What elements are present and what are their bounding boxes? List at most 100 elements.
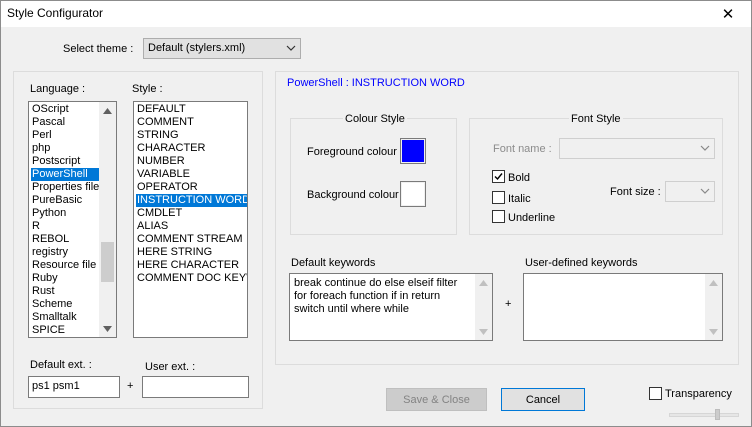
background-colour-fill: [402, 183, 424, 205]
language-scrollbar[interactable]: [99, 102, 116, 337]
language-list-item[interactable]: Scheme: [31, 298, 100, 311]
scroll-up-arrow-icon[interactable]: [475, 274, 492, 291]
font-size-label: Font size :: [610, 186, 661, 198]
style-list-item[interactable]: NUMBER: [136, 155, 247, 168]
language-list-item[interactable]: Properties file: [31, 181, 100, 194]
save-close-label: Save & Close: [403, 393, 470, 406]
language-list-item[interactable]: Rust: [31, 285, 100, 298]
style-configurator-window: Style Configurator ✕ Select theme : Defa…: [0, 0, 752, 427]
cancel-label: Cancel: [525, 393, 561, 406]
language-list-item[interactable]: SPICE: [31, 324, 100, 337]
language-list-item[interactable]: PureBasic: [31, 194, 100, 207]
language-list-item[interactable]: registry: [31, 246, 100, 259]
chevron-down-icon: [700, 145, 710, 151]
save-close-button[interactable]: Save & Close: [386, 388, 487, 411]
transparency-label: Transparency: [665, 388, 732, 400]
scroll-down-arrow-icon[interactable]: [99, 320, 116, 337]
style-list-item[interactable]: COMMENT: [136, 116, 247, 129]
transparency-slider-track[interactable]: [669, 413, 739, 417]
language-list-item[interactable]: REBOL: [31, 233, 100, 246]
language-label: Language :: [30, 83, 86, 95]
language-list-item[interactable]: Resource file: [31, 259, 100, 272]
title-bar: Style Configurator ✕: [1, 1, 751, 27]
transparency-slider-thumb[interactable]: [715, 409, 720, 420]
language-list-item[interactable]: Pascal: [31, 116, 100, 129]
style-list-item[interactable]: COMMENT STREAM: [136, 233, 247, 246]
italic-checkbox[interactable]: [492, 191, 505, 204]
scroll-down-arrow-icon[interactable]: [475, 323, 492, 340]
language-list-item[interactable]: PowerShell: [31, 168, 101, 181]
close-button[interactable]: ✕: [705, 1, 751, 27]
style-list-item[interactable]: OPERATOR: [136, 181, 247, 194]
style-list-item[interactable]: CMDLET: [136, 207, 247, 220]
background-colour-swatch[interactable]: [400, 181, 426, 207]
default-keywords-label: Default keywords: [291, 257, 376, 269]
language-list[interactable]: OScript Pascal Perl php Postscript PowerShell…: [28, 101, 117, 338]
style-list[interactable]: DEFAULT COMMENT STRING CHARACTER NUMBER VARIA…: [133, 101, 248, 338]
background-colour-label: Background colour: [307, 189, 399, 201]
transparency-checkbox[interactable]: [649, 387, 662, 400]
scroll-up-arrow-icon[interactable]: [705, 274, 722, 291]
language-list-item[interactable]: Perl: [31, 129, 100, 142]
style-list-item[interactable]: ALIAS: [136, 220, 247, 233]
scrollbar-thumb[interactable]: [101, 242, 114, 282]
style-label: Style :: [132, 83, 163, 95]
language-list-item[interactable]: Ruby: [31, 272, 100, 285]
style-detail-heading: PowerShell : INSTRUCTION WORD: [287, 77, 465, 89]
foreground-colour-fill: [402, 140, 424, 162]
default-ext-label: Default ext. :: [30, 359, 92, 371]
style-list-item[interactable]: STRING: [136, 129, 247, 142]
scroll-down-arrow-icon[interactable]: [705, 323, 722, 340]
ext-plus-sign: +: [127, 380, 134, 392]
bold-label: Bold: [508, 172, 531, 184]
chevron-down-icon: [700, 188, 710, 194]
theme-select-value: Default (stylers.xml): [148, 42, 246, 54]
language-list-item[interactable]: php: [31, 142, 100, 155]
font-style-title: Font Style: [569, 113, 623, 125]
window-title: Style Configurator: [7, 6, 104, 20]
default-keywords-value: break continue do else elseif filter for…: [294, 277, 458, 315]
font-size-select[interactable]: [665, 181, 715, 202]
close-icon: ✕: [721, 6, 735, 23]
language-list-item[interactable]: Postscript: [31, 155, 100, 168]
cancel-button[interactable]: Cancel: [501, 388, 585, 411]
theme-label: Select theme :: [63, 43, 134, 55]
user-ext-field[interactable]: [142, 376, 249, 398]
italic-label: Italic: [508, 193, 531, 205]
user-ext-label: User ext. :: [145, 361, 196, 373]
user-keywords-scrollbar[interactable]: [705, 274, 722, 340]
underline-label: Underline: [508, 212, 556, 224]
default-ext-field[interactable]: ps1 psm1: [28, 376, 120, 398]
underline-checkbox[interactable]: [492, 210, 505, 223]
style-list-item[interactable]: HERE CHARACTER: [136, 259, 247, 272]
language-list-item[interactable]: Python: [31, 207, 100, 220]
font-name-select[interactable]: [559, 138, 715, 159]
theme-select[interactable]: Default (stylers.xml): [143, 38, 301, 59]
foreground-colour-label: Foreground colour: [307, 146, 397, 158]
default-keywords-scrollbar[interactable]: [475, 274, 492, 340]
user-keywords-label: User-defined keywords: [525, 257, 638, 269]
default-ext-value: ps1 psm1: [32, 380, 80, 392]
colour-style-group: [290, 118, 457, 235]
style-list-item[interactable]: VARIABLE: [136, 168, 247, 181]
foreground-colour-swatch[interactable]: [400, 138, 426, 164]
language-list-items: OScript Pascal Perl php Postscript PowerShell…: [31, 103, 101, 337]
language-list-item[interactable]: OScript: [31, 103, 100, 116]
style-list-item[interactable]: CHARACTER: [136, 142, 247, 155]
language-list-item[interactable]: Smalltalk: [31, 311, 100, 324]
style-list-item[interactable]: INSTRUCTION WORD: [136, 194, 247, 207]
colour-style-title: Colour Style: [343, 113, 407, 125]
default-keywords-field[interactable]: break continue do else elseif filter for…: [289, 273, 493, 341]
checkmark-icon: [494, 173, 503, 181]
keywords-plus-sign: +: [505, 298, 512, 310]
user-keywords-field[interactable]: [523, 273, 723, 341]
language-list-item[interactable]: R: [31, 220, 100, 233]
style-list-item[interactable]: COMMENT DOC KEYWORD: [136, 272, 247, 285]
style-list-item[interactable]: DEFAULT: [136, 103, 247, 116]
chevron-down-icon: [286, 45, 296, 51]
bold-checkbox[interactable]: [492, 170, 505, 183]
scroll-up-arrow-icon[interactable]: [99, 102, 116, 119]
font-name-label: Font name :: [493, 143, 552, 155]
style-list-items: DEFAULT COMMENT STRING CHARACTER NUMBER VARIA…: [136, 103, 247, 285]
style-list-item[interactable]: HERE STRING: [136, 246, 247, 259]
